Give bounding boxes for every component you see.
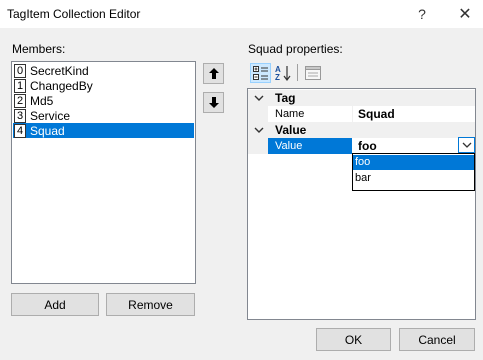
categorized-button[interactable] <box>250 63 271 83</box>
ok-button[interactable]: OK <box>316 328 391 351</box>
member-name: Service <box>30 108 71 123</box>
add-button[interactable]: Add <box>11 293 99 316</box>
category-label: Tag <box>275 91 296 105</box>
toolbar-separator <box>297 64 298 81</box>
categorized-icon <box>252 66 268 80</box>
arrow-down-icon <box>208 97 219 108</box>
category-row-value[interactable]: Value <box>248 122 475 138</box>
member-index: 0 <box>14 63 26 78</box>
members-list[interactable]: 0 SecretKind 1 ChangedBy 2 Md5 3 Service… <box>11 61 196 284</box>
alphabetical-button[interactable]: A Z <box>272 63 293 83</box>
move-up-button[interactable] <box>203 63 224 84</box>
column-divider <box>352 106 353 122</box>
property-value[interactable]: foo <box>358 139 377 153</box>
dropdown-option[interactable]: foo <box>353 155 474 170</box>
member-item[interactable]: 2 Md5 <box>13 93 194 108</box>
member-item[interactable]: 3 Service <box>13 108 194 123</box>
member-name: Md5 <box>30 93 54 108</box>
chevron-down-icon[interactable] <box>254 93 264 103</box>
help-button[interactable]: ? <box>402 0 442 28</box>
dropdown-toggle[interactable] <box>458 137 475 153</box>
category-label: Value <box>275 123 307 137</box>
member-index: 4 <box>14 123 26 138</box>
move-down-button[interactable] <box>203 92 224 113</box>
member-item[interactable]: 0 SecretKind <box>13 63 194 78</box>
properties-label: Squad properties: <box>248 42 343 56</box>
chevron-down-icon <box>462 142 471 148</box>
window-title: TagItem Collection Editor <box>7 7 141 21</box>
property-row-value[interactable]: Value foo <box>248 138 475 154</box>
member-name: SecretKind <box>30 63 89 78</box>
remove-button[interactable]: Remove <box>106 293 195 316</box>
member-item[interactable]: 1 ChangedBy <box>13 78 194 93</box>
member-index: 3 <box>14 108 26 123</box>
row-margin <box>248 138 268 154</box>
property-pages-button[interactable] <box>302 63 323 83</box>
members-label: Members: <box>12 42 66 56</box>
property-value[interactable]: Squad <box>358 107 395 121</box>
collection-editor-dialog: TagItem Collection Editor ? ✕ Members: 0… <box>0 0 483 360</box>
svg-text:Z: Z <box>275 73 280 81</box>
property-grid[interactable]: Tag Name Squad Value Value foo <box>247 88 476 320</box>
property-name: Name <box>275 108 305 120</box>
row-margin <box>248 106 268 122</box>
member-index: 1 <box>14 78 26 93</box>
member-index: 2 <box>14 93 26 108</box>
property-name: Value <box>275 140 303 152</box>
chevron-down-icon[interactable] <box>254 125 264 135</box>
close-button[interactable]: ✕ <box>445 0 483 28</box>
property-pages-icon <box>304 66 321 80</box>
dropdown-option[interactable]: bar <box>353 171 474 186</box>
property-row-name[interactable]: Name Squad <box>248 106 475 122</box>
member-name: ChangedBy <box>30 78 93 93</box>
value-dropdown-list[interactable]: foo bar <box>352 153 475 191</box>
sort-az-icon: A Z <box>275 65 290 81</box>
cancel-button[interactable]: Cancel <box>399 328 475 351</box>
title-bar: TagItem Collection Editor ? ✕ <box>0 0 483 28</box>
member-item-selected[interactable]: 4 Squad <box>13 123 194 138</box>
category-row-tag[interactable]: Tag <box>248 90 475 106</box>
arrow-up-icon <box>208 68 219 79</box>
member-name: Squad <box>30 123 65 138</box>
